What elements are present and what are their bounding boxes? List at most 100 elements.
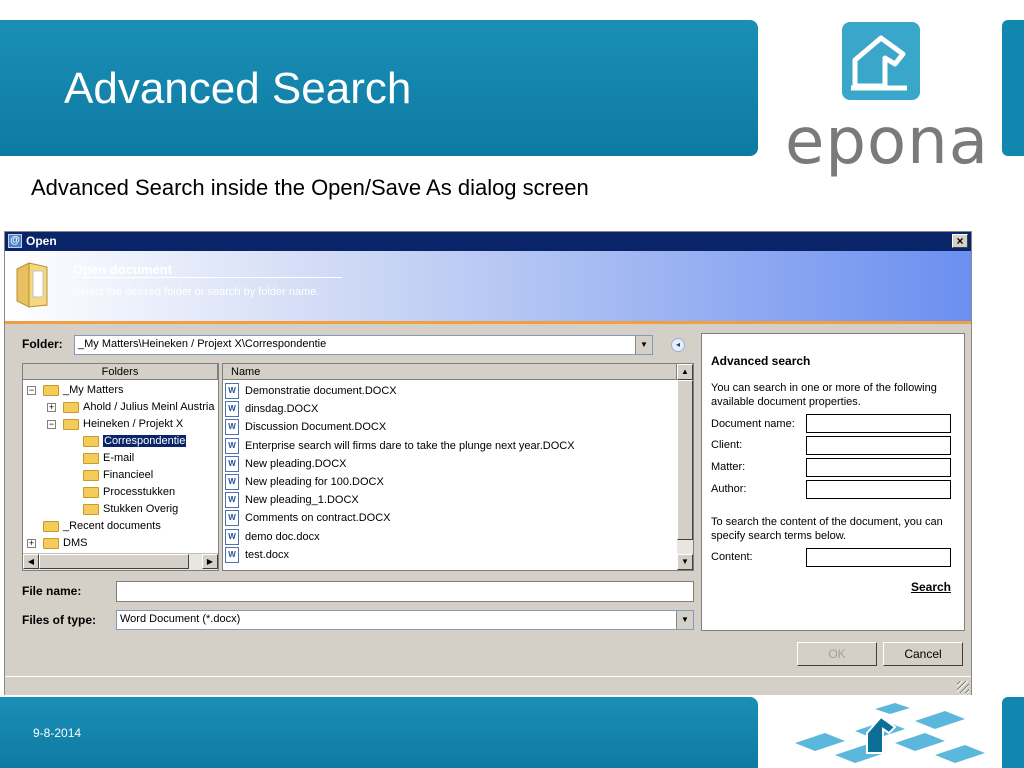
scroll-left-icon[interactable]: ◀ (23, 554, 39, 569)
dialog-titlebar[interactable]: @ Open × (5, 232, 971, 251)
word-document-icon: W (225, 401, 239, 418)
folder-label: Folder: (22, 337, 63, 351)
tree-expander[interactable]: + (27, 539, 36, 548)
file-name: Demonstratie document.DOCX (245, 385, 397, 397)
chevron-down-icon[interactable]: ▼ (635, 336, 652, 354)
word-document-icon: W (225, 492, 239, 509)
tree-item[interactable]: _My Matters (43, 382, 124, 398)
folders-header: Folders (23, 364, 218, 380)
folder-icon (83, 452, 99, 464)
dms-icon (43, 537, 59, 549)
content-search-intro: To search the content of the document, y… (711, 516, 943, 542)
matter-input[interactable] (806, 458, 951, 477)
open-folder-icon (16, 262, 48, 308)
slide-subtitle: Advanced Search inside the Open/Save As … (31, 175, 589, 200)
search-link[interactable]: Search (911, 580, 951, 594)
folder-combo[interactable]: _My Matters\Heineken / Projext X\Corresp… (74, 335, 653, 355)
resize-grip-icon[interactable] (957, 681, 969, 693)
scroll-thumb[interactable] (677, 380, 693, 540)
scroll-down-icon[interactable]: ▼ (677, 554, 693, 570)
file-list-item[interactable]: W New pleading for 100.DOCX (225, 473, 384, 491)
client-input[interactable] (806, 436, 951, 455)
file-list-item[interactable]: W Demonstratie document.DOCX (225, 382, 397, 400)
file-name-label: File name: (22, 584, 82, 598)
word-document-icon: W (225, 419, 239, 436)
file-list-item[interactable]: W New pleading.DOCX (225, 455, 347, 473)
app-icon: @ (8, 234, 22, 248)
slide-header-right-band (1002, 20, 1024, 156)
slide-footer-right-band (1002, 697, 1024, 768)
files-of-type-label: Files of type: (22, 613, 97, 627)
dialog-banner: Open document Select the desired folder … (5, 251, 971, 324)
file-list[interactable]: Name W Demonstratie document.DOCX Wdinsdag… (222, 363, 694, 571)
status-bar (5, 676, 971, 695)
tree-item[interactable]: _Recent documents (43, 518, 161, 534)
tree-item[interactable]: DMS (43, 535, 87, 551)
file-name: dinsdag.DOCX (245, 403, 319, 416)
close-button[interactable]: × (952, 234, 968, 248)
document-name-input[interactable] (806, 414, 951, 433)
file-name: test.docx (245, 548, 290, 561)
word-document-icon: W (225, 546, 239, 563)
word-document-icon: W (225, 437, 239, 454)
tree-item-label: Heineken / Projekt X (83, 418, 184, 430)
tree-horizontal-scrollbar[interactable]: ◀ ▶ (23, 553, 218, 570)
tree-item-label: DMS (63, 537, 88, 549)
folder-icon (83, 435, 99, 447)
scroll-right-icon[interactable]: ▶ (202, 554, 218, 569)
advanced-search-intro: You can search in one or more of the fol… (711, 382, 937, 408)
back-icon[interactable]: ◂ (671, 338, 685, 352)
file-list-item[interactable]: W Discussion Document.DOCX (225, 418, 386, 436)
tree-expander[interactable]: − (47, 420, 56, 429)
tree-item[interactable]: Stukken Overig (83, 501, 178, 517)
folder-tree[interactable]: Folders − _My Matters + Ahold / Julius Mein… (22, 363, 219, 571)
content-input[interactable] (806, 548, 951, 567)
author-label: Author: (711, 483, 747, 495)
tree-item-label: Ahold / Julius Meinl Austria (83, 401, 215, 413)
file-name: Discussion Document.DOCX (245, 421, 387, 434)
chevron-down-icon[interactable]: ▼ (676, 611, 693, 629)
tree-item[interactable]: E-mail (83, 450, 134, 466)
tree-expander[interactable]: − (27, 386, 36, 395)
file-list-item[interactable]: Wdinsdag.DOCX (225, 400, 318, 418)
tree-item-label: Processtukken (103, 486, 176, 498)
file-name-input[interactable] (116, 581, 694, 602)
folder-icon (83, 469, 99, 481)
file-list-item[interactable]: W Enterprise search will firms dare to ta… (225, 437, 575, 455)
tree-item[interactable]: Correspondentie (83, 433, 187, 449)
files-of-type-combo[interactable]: Word Document (*.docx) ▼ (116, 610, 694, 630)
matter-folder-icon (63, 418, 79, 430)
tree-item-label: _Recent documents (63, 520, 161, 532)
word-document-icon: W (225, 528, 239, 545)
tree-expander[interactable]: + (47, 403, 56, 412)
banner-subtitle: Select the desired folder or search by f… (73, 286, 320, 298)
open-dialog: @ Open × Open document Select the desire… (4, 231, 972, 695)
file-list-vertical-scrollbar[interactable]: ▲ ▼ (677, 364, 693, 570)
scroll-thumb[interactable] (39, 554, 189, 569)
slide-title: Advanced Search (64, 64, 412, 113)
folder-icon (83, 503, 99, 515)
advanced-search-panel: Advanced search You can search in one or… (701, 333, 965, 631)
scroll-up-icon[interactable]: ▲ (677, 364, 693, 380)
file-name: New pleading for 100.DOCX (245, 476, 384, 488)
tree-item-label: Financieel (103, 469, 154, 481)
file-name: Enterprise search will firms dare to tak… (245, 439, 575, 452)
tree-item-label: E-mail (103, 452, 135, 464)
matter-label: Matter: (711, 461, 746, 473)
file-list-item[interactable]: W Comments on contract.DOCX (225, 509, 391, 527)
tree-item[interactable]: Ahold / Julius Meinl Austria (63, 399, 214, 415)
client-label: Client: (711, 439, 743, 451)
author-input[interactable] (806, 480, 951, 499)
file-list-item[interactable]: W New pleading_1.DOCX (225, 491, 359, 509)
file-list-item[interactable]: Wtest.docx (225, 546, 289, 564)
file-list-item[interactable]: Wdemo doc.docx (225, 528, 320, 546)
tree-item[interactable]: Financieel (83, 467, 153, 483)
tree-item[interactable]: Processtukken (83, 484, 175, 500)
name-column-header[interactable]: Name (223, 364, 677, 380)
document-name-label: Document name: (711, 418, 795, 430)
tree-item[interactable]: Heineken / Projekt X (63, 416, 183, 432)
ok-button[interactable]: OK (797, 642, 877, 666)
chessboard-knight-icon (795, 703, 985, 763)
cancel-button[interactable]: Cancel (883, 642, 963, 666)
file-name: demo doc.docx (245, 530, 320, 543)
